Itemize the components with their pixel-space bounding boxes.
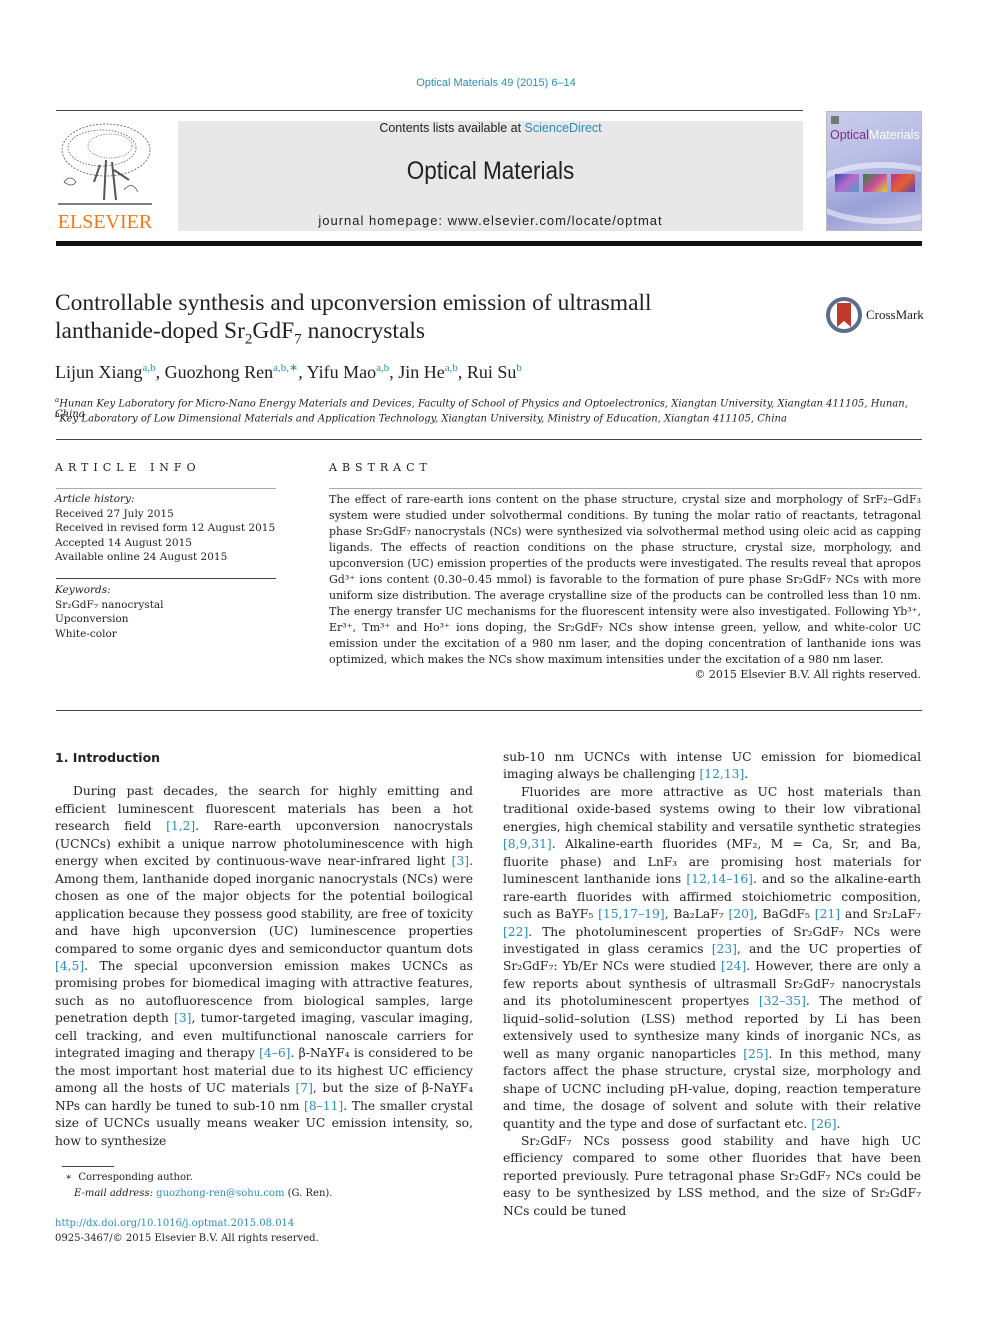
cover-title: OpticalMaterials <box>830 128 920 142</box>
article-history-label: Article history: <box>55 493 135 505</box>
intro-paragraph-1: During past decades, the search for high… <box>55 783 473 1150</box>
journal-cover-image[interactable]: OpticalMaterials <box>826 111 922 231</box>
doi-link[interactable]: http://dx.doi.org/10.1016/j.optmat.2015.… <box>55 1216 319 1231</box>
keyword: Sr₂GdF₇ nanocrystal <box>55 598 164 611</box>
paragraph-text: . <box>836 1116 841 1131</box>
header-thick-rule <box>56 241 922 246</box>
journal-reference-link[interactable]: Optical Materials 49 (2015) 6–14 <box>0 77 992 89</box>
history-online: Available online 24 August 2015 <box>55 551 228 563</box>
citation-link[interactable]: [12,13] <box>699 767 744 781</box>
citation-link[interactable]: [8–11] <box>304 1099 343 1113</box>
corresponding-author-note: ∗ Corresponding author. <box>65 1172 193 1183</box>
citation-link[interactable]: [22] <box>503 925 528 939</box>
author-affiliation-marker[interactable]: a,b <box>376 362 389 374</box>
footnote-rule <box>62 1166 114 1167</box>
section-heading-introduction: 1. Introduction <box>55 750 161 765</box>
author-name[interactable]: Yifu Mao <box>307 362 377 382</box>
cover-photo-1 <box>835 174 859 192</box>
citation-link[interactable]: [8,9,31] <box>503 837 552 851</box>
paragraph-text: and Sr₂LaF₇ <box>840 907 921 922</box>
citation-link[interactable]: [4,5] <box>55 959 84 973</box>
paragraph-text: . Among them, lanthanide doped inorganic… <box>55 854 473 956</box>
author-name[interactable]: Guozhong Ren <box>165 362 273 382</box>
keyword: Upconversion <box>55 613 129 625</box>
cover-swirl <box>827 162 921 224</box>
keywords-rule <box>56 578 276 579</box>
citation-link[interactable]: [3] <box>174 1011 191 1025</box>
history-received: Received 27 July 2015 <box>55 507 174 520</box>
article-info-rule <box>56 488 276 489</box>
crossmark-icon <box>826 297 862 333</box>
body-column-left: 1. Introduction During past decades, the… <box>55 749 473 1150</box>
cover-publisher-mark-icon <box>831 116 839 124</box>
header-rule <box>56 110 803 111</box>
intro-paragraph-2: Fluorides are more attractive as UC host… <box>503 784 921 1133</box>
article-title: Controllable synthesis and upconversion … <box>55 290 652 348</box>
footnote: ∗ Corresponding author. E-mail address: … <box>62 1170 482 1202</box>
keywords: Keywords: Sr₂GdF₇ nanocrystal Upconversi… <box>55 583 277 641</box>
affiliation-rule <box>56 439 922 440</box>
doi-block: http://dx.doi.org/10.1016/j.optmat.2015.… <box>55 1216 319 1246</box>
citation-link[interactable]: [21] <box>815 907 840 921</box>
paragraph-text: , BaGdF₅ <box>753 907 815 922</box>
citation-link[interactable]: [1,2] <box>166 819 195 833</box>
citation-link[interactable]: [23] <box>712 942 737 956</box>
affiliation-b: bKey Laboratory of Low Dimensional Mater… <box>55 411 787 425</box>
sciencedirect-link[interactable]: ScienceDirect <box>525 121 602 135</box>
elsevier-wordmark: ELSEVIER <box>57 211 153 233</box>
cover-photo-3 <box>891 174 915 192</box>
citation-link[interactable]: [32–35] <box>759 994 806 1008</box>
abstract-heading: ABSTRACT <box>329 461 432 474</box>
citation-link[interactable]: [3] <box>452 854 469 868</box>
keywords-label: Keywords: <box>55 584 111 596</box>
author-affiliation-marker[interactable]: a,b,∗ <box>273 362 298 374</box>
body-column-right: sub-10 nm UCNCs with intense UC emission… <box>503 749 921 1220</box>
paragraph-text: Fluorides are more attractive as UC host… <box>503 784 921 834</box>
paragraph-text: , Ba₂LaF₇ <box>664 907 729 922</box>
citation-link[interactable]: [26] <box>811 1117 836 1131</box>
author-name[interactable]: Rui Su <box>467 362 517 382</box>
crossmark-button[interactable]: CrossMark <box>826 297 926 335</box>
journal-banner: Contents lists available at ScienceDirec… <box>178 121 803 231</box>
email-link[interactable]: guozhong-ren@sohu.com <box>156 1188 284 1199</box>
contents-prefix: Contents lists available at <box>379 121 525 135</box>
email-line: E-mail address: guozhong-ren@sohu.com (G… <box>74 1188 333 1199</box>
author-name[interactable]: Lijun Xiang <box>55 362 143 382</box>
article-history: Article history: Received 27 July 2015 R… <box>55 492 277 565</box>
citation-link[interactable]: [7] <box>296 1081 313 1095</box>
abstract-text: The effect of rare-earth ions content on… <box>329 493 921 666</box>
abstract-rule <box>329 488 922 489</box>
paragraph-text: . <box>744 767 749 782</box>
author-name[interactable]: Jin He <box>398 362 445 382</box>
citation-link[interactable]: [15,17–19] <box>598 907 665 921</box>
abstract-copyright: © 2015 Elsevier B.V. All rights reserved… <box>694 668 921 681</box>
author-affiliation-marker[interactable]: a,b <box>143 362 156 374</box>
issn-line: 0925-3467/© 2015 Elsevier B.V. All right… <box>55 1233 319 1244</box>
contents-line: Contents lists available at ScienceDirec… <box>178 121 803 135</box>
history-accepted: Accepted 14 August 2015 <box>55 536 192 549</box>
history-revised: Received in revised form 12 August 2015 <box>55 522 276 534</box>
citation-link[interactable]: [24] <box>721 959 746 973</box>
author-affiliation-marker[interactable]: b <box>516 362 522 374</box>
body-rule <box>56 710 922 711</box>
citation-link[interactable]: [20] <box>728 907 753 921</box>
journal-homepage-link[interactable]: journal homepage: www.elsevier.com/locat… <box>178 213 803 228</box>
intro-paragraph-3: Sr₂GdF₇ NCs possess good stability and h… <box>503 1133 921 1218</box>
author-list: Lijun Xianga,b, Guozhong Rena,b,∗, Yifu … <box>55 362 522 382</box>
journal-name: Optical Materials <box>406 157 575 185</box>
citation-link[interactable]: [25] <box>743 1047 768 1061</box>
citation-link[interactable]: [4–6] <box>259 1046 290 1060</box>
intro-paragraph-1-continued: sub-10 nm UCNCs with intense UC emission… <box>503 749 921 784</box>
author-affiliation-marker[interactable]: a,b <box>445 362 458 374</box>
keyword: White-color <box>55 627 117 640</box>
article-info-heading: ARTICLE INFO <box>55 461 201 474</box>
citation-link[interactable]: [12,14–16] <box>686 872 753 886</box>
cover-photo-2 <box>863 174 887 192</box>
